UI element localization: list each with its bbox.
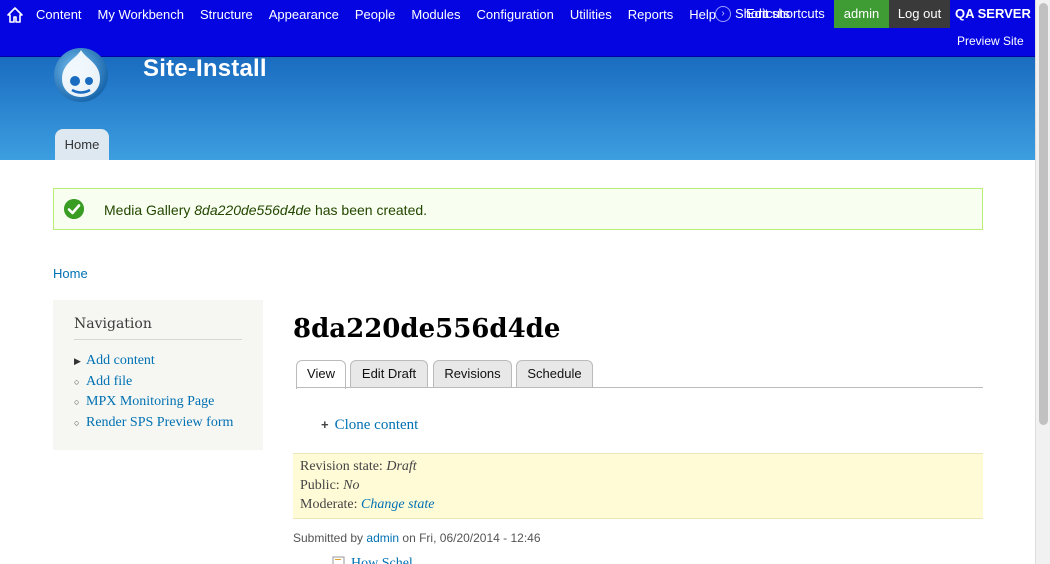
page-title: 8da220de556d4de bbox=[293, 314, 561, 344]
bullet-icon: ○ bbox=[74, 417, 80, 428]
nav-item-mpx-monitoring[interactable]: ○ MPX Monitoring Page bbox=[74, 394, 233, 415]
public-row: Public: No bbox=[300, 478, 360, 494]
status-title: 8da220de556d4de bbox=[194, 202, 312, 218]
tab-revisions[interactable]: Revisions bbox=[433, 360, 512, 388]
navigation-title: Navigation bbox=[74, 316, 152, 332]
server-label: QA SERVER bbox=[955, 6, 1031, 21]
main-menu-home-tab[interactable]: Home bbox=[55, 129, 109, 160]
public-value: No bbox=[343, 478, 360, 493]
site-header: Site-Install Home bbox=[0, 48, 1035, 160]
revision-state-value: Draft bbox=[386, 459, 417, 474]
clone-content-link[interactable]: + Clone content bbox=[321, 417, 418, 434]
admin-toolbar: Content My Workbench Structure Appearanc… bbox=[0, 0, 1035, 57]
revision-state-label: Revision state: bbox=[300, 459, 383, 474]
menu-my-workbench[interactable]: My Workbench bbox=[90, 7, 192, 22]
preview-site-link[interactable]: Preview Site bbox=[957, 34, 1024, 48]
public-label: Public: bbox=[300, 478, 340, 493]
navigation-list: ▶ Add content ○ Add file ○ MPX Monitoring P… bbox=[74, 353, 233, 435]
menu-structure[interactable]: Structure bbox=[192, 7, 261, 22]
submitted-date: on Fri, 06/20/2014 - 12:46 bbox=[402, 531, 541, 545]
change-state-link[interactable]: Change state bbox=[361, 497, 435, 512]
tab-view[interactable]: View bbox=[296, 360, 346, 389]
nav-item-label[interactable]: Add content bbox=[86, 353, 155, 368]
menu-modules[interactable]: Modules bbox=[403, 7, 468, 22]
submitted-info: Submitted by admin on Fri, 06/20/2014 - … bbox=[293, 531, 541, 545]
check-icon bbox=[64, 199, 84, 219]
revision-info: Revision state: Draft Public: No Moderat… bbox=[293, 453, 983, 519]
status-text: Media Gallery 8da220de556d4de has been c… bbox=[104, 202, 427, 218]
moderate-label: Moderate: bbox=[300, 497, 358, 512]
breadcrumb[interactable]: Home bbox=[53, 266, 88, 281]
tab-schedule[interactable]: Schedule bbox=[516, 360, 593, 388]
status-message: Media Gallery 8da220de556d4de has been c… bbox=[53, 188, 983, 230]
user-account-link[interactable]: admin bbox=[834, 0, 889, 28]
menu-utilities[interactable]: Utilities bbox=[562, 7, 620, 22]
nav-item-add-file[interactable]: ○ Add file bbox=[74, 374, 233, 395]
navigation-divider bbox=[74, 339, 242, 340]
nav-item-label[interactable]: Render SPS Preview form bbox=[86, 415, 233, 430]
navigation-block: Navigation ▶ Add content ○ Add file ○ MPX M… bbox=[53, 300, 263, 450]
clone-content-label[interactable]: Clone content bbox=[335, 417, 419, 433]
menu-appearance[interactable]: Appearance bbox=[261, 7, 347, 22]
plus-icon: + bbox=[321, 417, 329, 432]
status-suffix: has been created. bbox=[314, 202, 428, 218]
nav-item-label[interactable]: MPX Monitoring Page bbox=[86, 394, 214, 409]
page-scrollbar[interactable] bbox=[1035, 0, 1050, 564]
submitted-prefix: Submitted by bbox=[293, 531, 364, 545]
logout-link[interactable]: Log out bbox=[889, 0, 950, 28]
tab-edit-draft[interactable]: Edit Draft bbox=[350, 360, 428, 388]
revision-state-row: Revision state: Draft bbox=[300, 459, 417, 475]
shortcuts-toggle-icon[interactable]: › bbox=[715, 6, 731, 22]
menu-people[interactable]: People bbox=[347, 7, 403, 22]
menu-configuration[interactable]: Configuration bbox=[469, 7, 562, 22]
nav-item-render-sps[interactable]: ○ Render SPS Preview form bbox=[74, 415, 233, 436]
status-prefix: Media Gallery bbox=[104, 202, 191, 218]
nav-item-add-content[interactable]: ▶ Add content bbox=[74, 353, 233, 374]
file-icon bbox=[332, 556, 345, 564]
scrollbar-thumb[interactable] bbox=[1039, 3, 1048, 425]
moderate-row: Moderate: Change state bbox=[300, 497, 435, 513]
tabs-divider bbox=[296, 387, 983, 388]
nav-item-label[interactable]: Add file bbox=[86, 374, 132, 389]
bullet-icon: ○ bbox=[74, 397, 80, 407]
menu-content[interactable]: Content bbox=[28, 7, 90, 22]
collapsed-arrow-icon: ▶ bbox=[74, 356, 81, 366]
author-link[interactable]: admin bbox=[366, 531, 399, 545]
attached-file-link[interactable]: How Schel... bbox=[351, 556, 423, 564]
menu-reports[interactable]: Reports bbox=[620, 7, 682, 22]
home-icon[interactable] bbox=[6, 6, 24, 24]
toolbar-menu: Content My Workbench Structure Appearanc… bbox=[28, 0, 724, 28]
drupal-logo-icon[interactable] bbox=[52, 45, 110, 103]
edit-shortcuts-link[interactable]: Edit shortcuts bbox=[746, 6, 825, 21]
site-name[interactable]: Site-Install bbox=[143, 55, 267, 83]
bullet-icon: ○ bbox=[74, 376, 80, 387]
